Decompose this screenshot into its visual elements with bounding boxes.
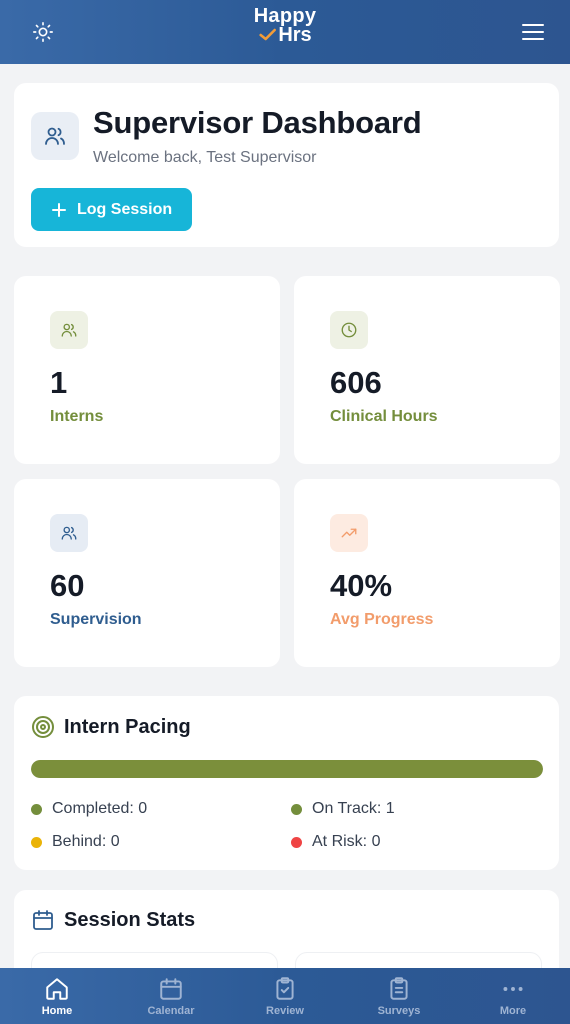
- nav-label: More: [499, 1005, 527, 1017]
- stat-card-avg-progress[interactable]: 40% Avg Progress: [294, 479, 560, 667]
- trending-up-icon: [341, 528, 357, 538]
- session-stats-card: Session Stats: [14, 890, 559, 968]
- main-content[interactable]: Supervisor Dashboard Welcome back, Test …: [0, 64, 570, 968]
- nav-item-surveys[interactable]: Surveys: [342, 968, 456, 1024]
- legend-label: On Track: 1: [312, 800, 395, 817]
- nav-item-calendar[interactable]: Calendar: [114, 968, 228, 1024]
- legend-label: At Risk: 0: [312, 833, 381, 850]
- page-title: Supervisor Dashboard: [93, 105, 422, 140]
- avatar: [31, 112, 79, 160]
- logo-text-line2: Hrs: [278, 24, 312, 46]
- nav-label: Home: [41, 1005, 73, 1017]
- stat-value: 60: [50, 568, 85, 603]
- pacing-progress-fill: [31, 760, 543, 778]
- stat-label: Clinical Hours: [330, 408, 438, 425]
- log-session-button[interactable]: Log Session: [31, 188, 192, 231]
- section-title: Intern Pacing: [64, 716, 191, 738]
- stat-value: 1: [50, 365, 68, 400]
- more-dots-icon: [503, 987, 523, 991]
- target-icon: [32, 716, 54, 738]
- stat-card-supervision[interactable]: 60 Supervision: [14, 479, 280, 667]
- calendar-icon: [33, 910, 53, 930]
- log-session-label: Log Session: [77, 200, 173, 218]
- calendar-icon: [160, 978, 182, 1000]
- legend-completed: Completed: 0: [31, 800, 147, 818]
- stat-value: 40%: [330, 568, 393, 603]
- app-header: Happy Hrs: [0, 0, 570, 64]
- stat-value: 606: [330, 365, 382, 400]
- stat-card-interns[interactable]: 1 Interns: [14, 276, 280, 464]
- welcome-subtitle: Welcome back, Test Supervisor: [93, 149, 317, 166]
- legend-dot: [31, 836, 42, 848]
- stat-label: Interns: [50, 408, 104, 425]
- nav-item-more[interactable]: More: [456, 968, 570, 1024]
- nav-item-home[interactable]: Home: [0, 968, 114, 1024]
- legend-on-track: On Track: 1: [291, 800, 395, 818]
- stat-icon-box: [50, 514, 88, 552]
- section-title: Session Stats: [64, 909, 196, 931]
- clock-icon: [341, 322, 357, 338]
- stat-icon-box: [330, 311, 368, 349]
- logo-text-line1: Happy: [253, 5, 317, 27]
- theme-toggle-button[interactable]: [28, 17, 58, 47]
- clipboard-list-icon: [390, 977, 408, 1000]
- nav-label: Surveys: [377, 1005, 421, 1017]
- users-icon: [45, 127, 65, 145]
- stat-icon-box: [330, 514, 368, 552]
- legend-dot: [31, 803, 42, 815]
- stat-label: Supervision: [50, 611, 142, 628]
- pacing-progress-bar: [31, 760, 543, 778]
- home-icon: [46, 978, 68, 1000]
- hamburger-menu-icon: [522, 24, 544, 40]
- intern-pacing-card: Intern Pacing Completed: 0 On Track: 1 B…: [14, 696, 559, 870]
- legend-label: Completed: 0: [52, 800, 148, 817]
- welcome-card: Supervisor Dashboard Welcome back, Test …: [14, 83, 559, 247]
- legend-behind: Behind: 0: [31, 833, 120, 851]
- stat-card-clinical-hours[interactable]: 606 Clinical Hours: [294, 276, 560, 464]
- stat-label: Avg Progress: [330, 611, 434, 628]
- bottom-nav: Home Calendar Review Surveys More: [0, 968, 570, 1024]
- users-icon: [61, 526, 77, 540]
- legend-dot: [291, 803, 302, 815]
- legend-at-risk: At Risk: 0: [291, 833, 380, 851]
- app-logo[interactable]: Happy Hrs: [254, 6, 317, 45]
- nav-label: Review: [266, 1005, 304, 1017]
- nav-item-review[interactable]: Review: [228, 968, 342, 1024]
- plus-icon: [52, 202, 66, 217]
- users-icon: [61, 323, 77, 337]
- legend-dot: [291, 836, 302, 848]
- clipboard-check-icon: [276, 977, 294, 1000]
- session-stat-tile: [295, 952, 542, 968]
- menu-button[interactable]: [518, 17, 548, 47]
- sun-icon: [33, 22, 53, 42]
- legend-label: Behind: 0: [52, 833, 120, 850]
- nav-label: Calendar: [147, 1005, 195, 1017]
- logo-check-icon: [259, 28, 276, 41]
- stat-icon-box: [50, 311, 88, 349]
- session-stat-tile: [31, 952, 278, 968]
